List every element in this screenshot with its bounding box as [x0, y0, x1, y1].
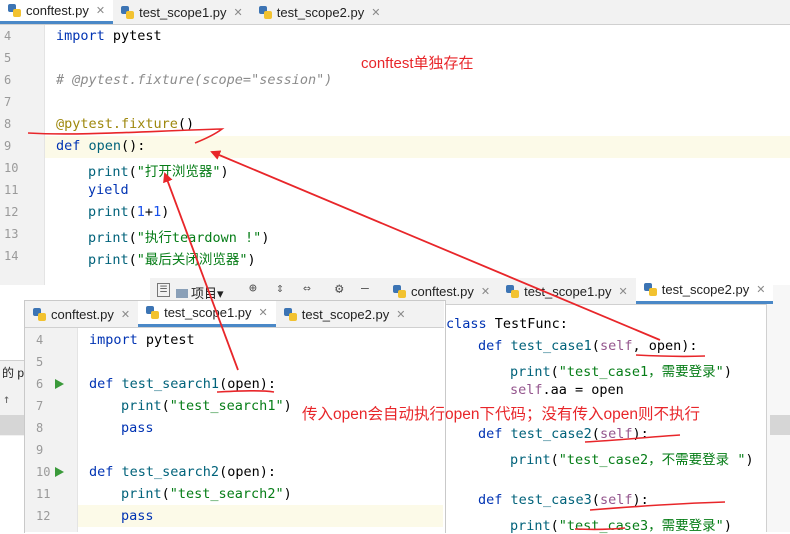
line-number: 8: [4, 117, 12, 131]
code-line: yield: [88, 182, 129, 198]
tab-conftest[interactable]: conftest.py ✕: [0, 0, 114, 24]
tab-label: conftest.py: [26, 3, 89, 18]
top-editor-tabbar: conftest.py ✕ test_scope1.py ✕ test_scop…: [0, 0, 790, 25]
code-line: def test_search2(open):: [89, 464, 276, 480]
code-line: pass: [121, 420, 154, 436]
line-number: 11: [4, 183, 19, 197]
python-file-icon: [393, 284, 406, 298]
background-text-fragment: 的 p: [2, 366, 25, 380]
code-line: print("test_case1，需要登录"): [510, 364, 732, 380]
tab-test-scope2[interactable]: test_scope2.py ✕: [276, 301, 414, 327]
code-line: def test_case2(self):: [478, 426, 649, 442]
code-line: class TestFunc:: [446, 316, 568, 332]
python-file-icon: [643, 283, 657, 296]
close-icon[interactable]: ✕: [234, 6, 243, 19]
line-number: 9: [36, 443, 44, 457]
background-edge-fragment: [766, 285, 790, 532]
line-number: 5: [4, 51, 12, 65]
line-number: 8: [36, 421, 44, 435]
annotation-conftest: conftest单独存在: [361, 55, 474, 72]
tab-test-scope1[interactable]: test_scope1.py ✕: [498, 278, 636, 304]
tab-test-scope2[interactable]: test_scope2.py ✕: [251, 0, 389, 24]
code-line: import pytest: [89, 332, 195, 348]
chevron-down-icon: ▾: [217, 286, 224, 301]
run-test-icon[interactable]: [55, 379, 64, 389]
code-line: print("打开浏览器"): [88, 164, 229, 180]
tab-label: test_scope1.py: [524, 283, 612, 299]
tab-conftest[interactable]: conftest.py ✕: [25, 301, 138, 327]
close-icon[interactable]: ✕: [96, 4, 105, 17]
code-line: print("test_case3，需要登录"): [510, 518, 732, 534]
python-file-icon: [8, 4, 21, 17]
line-number: 10: [4, 161, 19, 175]
line-number: 11: [36, 487, 51, 501]
minimize-icon[interactable]: —: [361, 281, 369, 296]
code-line: def test_case3(self):: [478, 492, 649, 508]
python-file-icon: [258, 5, 272, 19]
python-file-icon: [121, 5, 135, 19]
code-line: print("最后关闭浏览器"): [88, 252, 256, 268]
line-number: 12: [4, 205, 19, 219]
line-number: 13: [4, 227, 19, 241]
project-icon: [176, 289, 188, 298]
tab-label: conftest.py: [411, 283, 474, 299]
current-line-highlight: [45, 136, 790, 158]
close-icon[interactable]: ✕: [121, 308, 130, 321]
close-icon[interactable]: ✕: [619, 285, 628, 298]
line-number: 12: [36, 509, 51, 523]
code-line: import pytest: [56, 28, 162, 44]
tab-label: conftest.py: [51, 306, 114, 322]
tab-test-scope1[interactable]: test_scope1.py ✕: [138, 301, 276, 327]
code-line: print("test_search2"): [121, 486, 292, 502]
line-number: 6: [4, 73, 12, 87]
code-line: print("test_search1"): [121, 398, 292, 414]
target-icon[interactable]: ⊕: [249, 281, 257, 296]
line-number: 7: [36, 399, 44, 413]
up-arrow-icon[interactable]: ↑: [3, 392, 10, 406]
structure-icon[interactable]: ☰: [157, 283, 170, 297]
close-icon[interactable]: ✕: [756, 283, 765, 296]
line-number: 4: [4, 29, 12, 43]
line-number: 5: [36, 355, 44, 369]
left-editor-gutter-divider: [77, 328, 78, 532]
code-comment: # @pytest.fixture(scope="session"): [56, 72, 333, 88]
close-icon[interactable]: ✕: [371, 6, 380, 19]
code-line: print("test_case2，不需要登录 "): [510, 452, 754, 468]
tab-label: test_scope2.py: [661, 282, 750, 297]
close-icon[interactable]: ✕: [481, 285, 490, 298]
left-editor-tabbar: conftest.py ✕ test_scope1.py ✕ test_scop…: [25, 301, 444, 328]
code-line: print("执行teardown !"): [88, 230, 270, 246]
tab-label: test_scope1.py: [164, 305, 252, 320]
run-test-icon[interactable]: [55, 467, 64, 477]
line-number: 9: [4, 139, 12, 153]
python-file-icon: [283, 307, 297, 321]
tab-label: test_scope2.py: [301, 306, 390, 322]
python-file-icon: [146, 306, 160, 319]
settings-gear-icon[interactable]: ⚙: [335, 281, 343, 297]
code-line: def test_search1(open):: [89, 376, 276, 392]
project-label: 项目: [191, 286, 218, 301]
close-icon[interactable]: ✕: [396, 308, 405, 321]
line-number: 7: [4, 95, 12, 109]
tab-label: test_scope2.py: [276, 4, 365, 20]
tab-test-scope2[interactable]: test_scope2.py ✕: [635, 278, 774, 304]
close-icon[interactable]: ✕: [259, 306, 268, 319]
annotation-open: 传入open会自动执行open下代码；没有传入open则不执行: [302, 406, 700, 423]
line-number: 14: [4, 249, 19, 263]
code-line: def open():: [56, 138, 146, 154]
line-number: 4: [36, 333, 44, 347]
code-line: self.aa = open: [510, 382, 624, 398]
collapse-all-icon[interactable]: ⇔: [303, 281, 311, 296]
code-line: print(1+1): [88, 204, 170, 220]
expand-all-icon[interactable]: ⇕: [276, 281, 284, 296]
tab-label: test_scope1.py: [139, 4, 227, 20]
python-file-icon: [33, 307, 46, 321]
python-file-icon: [506, 284, 520, 298]
code-line: @pytest.fixture(): [56, 116, 195, 132]
code-line: def test_case1(self, open):: [478, 338, 698, 354]
background-scrollbar-fragment: [770, 415, 790, 435]
background-scrollbar-fragment: [0, 415, 24, 435]
code-line: pass: [121, 508, 154, 524]
tab-test-scope1[interactable]: test_scope1.py ✕: [113, 0, 251, 24]
